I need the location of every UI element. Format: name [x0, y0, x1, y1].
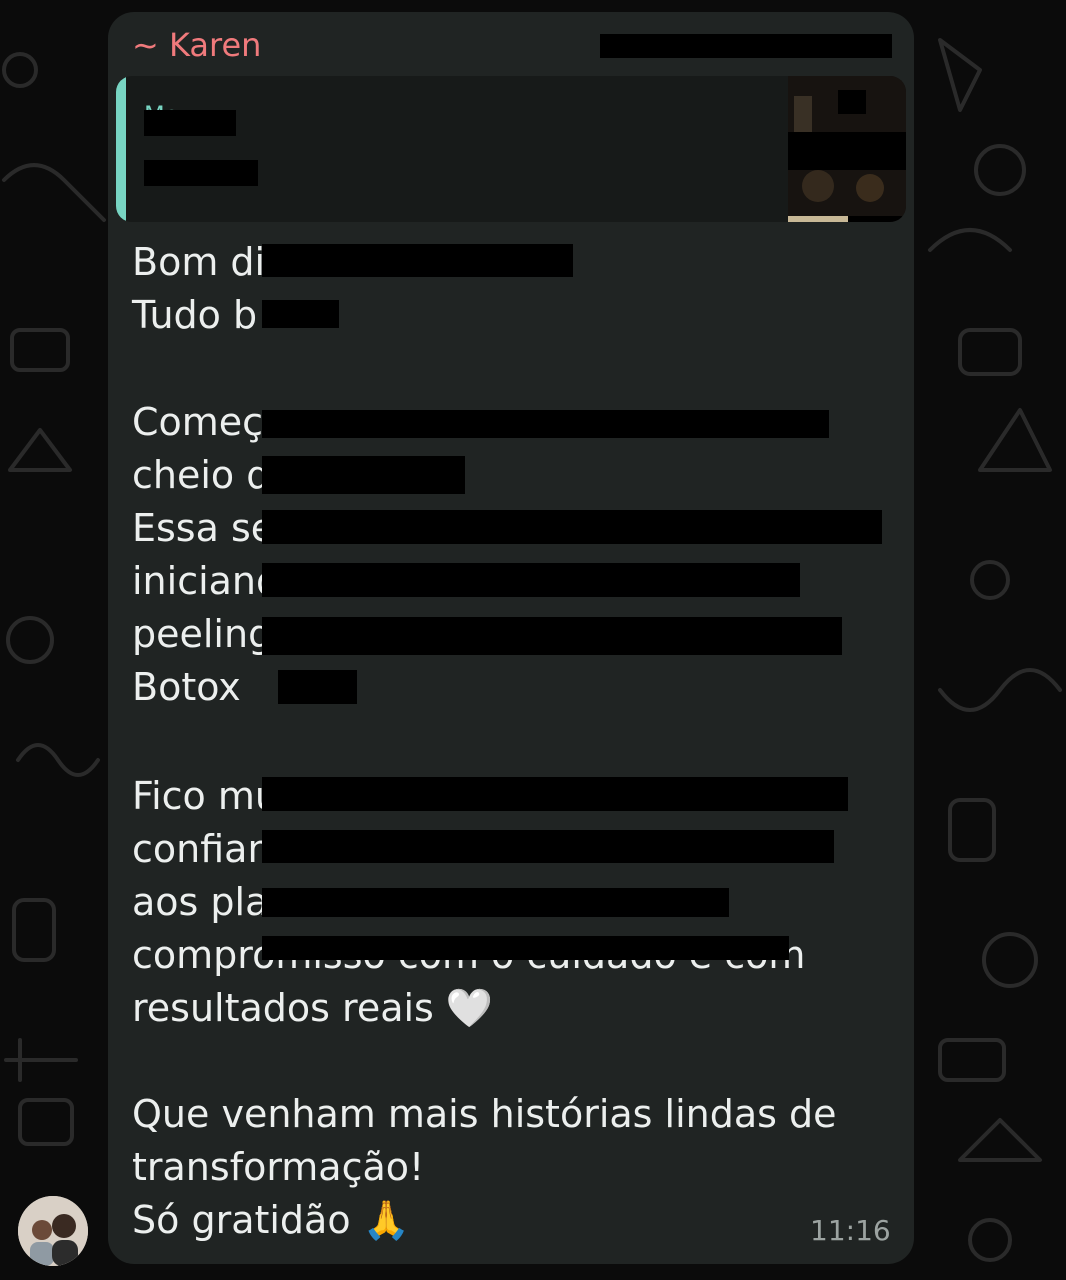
message-timestamp: 11:16 — [810, 1214, 891, 1247]
sender-avatar[interactable] — [18, 1196, 88, 1266]
sender-name[interactable]: ~ Karen — [132, 26, 261, 64]
redacted-text-12 — [262, 936, 789, 960]
redacted-thumb-bottom — [848, 216, 906, 222]
redacted-text-7 — [262, 617, 842, 655]
message-line: resultados reais 🤍 — [132, 986, 494, 1030]
message-line: transformação! — [132, 1145, 425, 1189]
redacted-text-8 — [278, 670, 357, 704]
redacted-text-3 — [262, 410, 829, 438]
redacted-thumb-middle — [788, 132, 906, 170]
redacted-text-4 — [262, 456, 465, 494]
quote-accent-bar — [116, 76, 126, 222]
redacted-phone — [600, 34, 892, 58]
message-bubble[interactable]: ~ Karen Ma C Bom di Tudo b Começ cheio d… — [108, 12, 914, 1264]
redacted-text-2 — [262, 300, 339, 328]
redacted-text-10 — [262, 830, 834, 863]
message-line: Essa se — [132, 506, 275, 550]
redacted-text-9 — [262, 777, 848, 811]
quoted-message[interactable]: Ma C — [116, 76, 906, 222]
message-line: Fico mu — [132, 774, 279, 818]
redacted-quoted-text — [144, 160, 258, 186]
redacted-thumb-top — [838, 90, 866, 114]
message-line: Só gratidão 🙏 — [132, 1198, 410, 1242]
message-line: aos pla — [132, 880, 269, 924]
message-line: peeling — [132, 612, 273, 656]
message-line: cheio d — [132, 453, 271, 497]
message-line: iniciand — [132, 559, 281, 603]
redacted-text-11 — [262, 888, 729, 917]
redacted-text-1 — [262, 244, 573, 277]
message-line: Botox — [132, 665, 241, 709]
redacted-text-6 — [262, 563, 800, 597]
avatar-photo-icon — [18, 1196, 88, 1266]
message-line: Que venham mais histórias lindas de — [132, 1092, 837, 1136]
redacted-text-5 — [262, 510, 882, 544]
message-line: Tudo b — [132, 293, 258, 337]
redacted-quoted-author — [144, 110, 236, 136]
message-line: Bom di — [132, 240, 266, 284]
message-line: Começ — [132, 400, 264, 444]
message-line: confian — [132, 827, 272, 871]
quoted-image-thumbnail[interactable] — [788, 76, 906, 222]
